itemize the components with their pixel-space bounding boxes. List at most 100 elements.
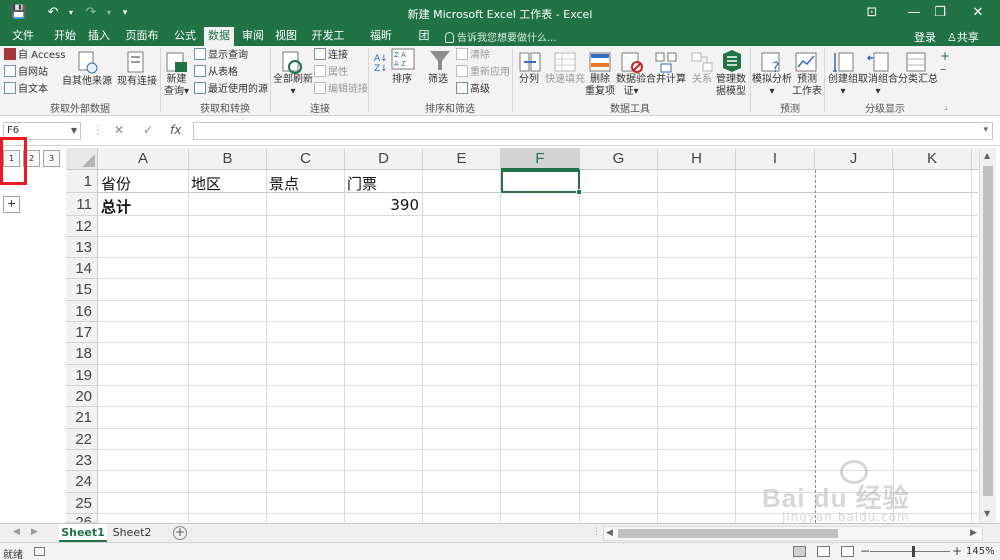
page-layout-view-icon[interactable] [817,546,830,557]
show-detail-icon[interactable]: + – [940,50,950,76]
name-box-dropdown-icon[interactable]: ▼ [71,123,77,139]
existing-connections-button[interactable]: 现有连接 [117,76,157,88]
column-header-c[interactable]: C [267,148,345,170]
edit-links-button[interactable]: 编辑链接 [314,82,368,98]
column-header-h[interactable]: H [658,148,736,170]
tab-page-layout[interactable]: 页面布局 [120,27,164,60]
cell-a11[interactable]: 总计 [98,196,134,217]
data-validation-button[interactable]: 数据验 证▾ [616,74,646,98]
redo-icon[interactable]: ↷ [82,4,100,22]
cell-b1[interactable]: 地区 [188,173,224,194]
tab-developer[interactable]: 开发工具 [306,27,350,60]
share-button[interactable]: ♙共享 [947,29,979,45]
scroll-down-icon[interactable]: ▼ [984,509,990,518]
cell-c1[interactable]: 景点 [266,173,302,194]
scroll-up-icon[interactable]: ▲ [984,151,990,160]
outline-level-3-button[interactable]: 3 [43,150,60,167]
column-header-f[interactable]: F [501,148,580,170]
column-header-e[interactable]: E [423,148,501,170]
sheet-tab-sheet1[interactable]: Sheet1 [59,524,107,542]
row-header-14[interactable]: 14 [66,258,98,279]
vertical-scroll-thumb[interactable] [983,166,993,496]
tab-insert[interactable]: 插入 [86,27,112,46]
expand-formula-bar-icon[interactable]: ▾ [983,125,988,135]
from-web-button[interactable]: 自网站 [4,65,48,81]
close-button[interactable]: ✕ [958,0,998,26]
remove-duplicates-button[interactable]: 删除 重复项 [585,74,615,98]
login-link[interactable]: 登录 [914,29,936,45]
row-header-25[interactable]: 25 [66,493,98,514]
row-header-21[interactable]: 21 [66,407,98,429]
row-header-19[interactable]: 19 [66,365,98,386]
scroll-left-icon[interactable]: ◀ [606,528,613,538]
zoom-out-icon[interactable]: − [860,544,870,558]
sheet-tab-sheet2[interactable]: Sheet2 [109,524,155,542]
tell-me-search[interactable]: 告诉我您想要做什么... [445,29,557,44]
row-header-11[interactable]: 11 [66,193,98,216]
worksheet-grid[interactable]: 省份 地区 景点 门票 总计 390 [98,170,978,523]
clear-filter-button[interactable]: 清除 [456,48,490,64]
scroll-right-icon[interactable]: ▶ [970,528,977,538]
tab-data[interactable]: 数据 [204,27,234,46]
other-sources-button[interactable]: 自其他来源 [62,76,112,88]
save-icon[interactable]: 💾 [10,4,28,22]
reapply-button[interactable]: 重新应用 [456,65,510,81]
sheet-prev-icon[interactable]: ◀ [13,527,20,537]
row-header-12[interactable]: 12 [66,216,98,237]
fill-handle[interactable] [576,189,582,195]
row-header-16[interactable]: 16 [66,301,98,322]
zoom-level[interactable]: 145% [966,546,995,557]
ungroup-button[interactable]: 取消组合 ▾ [858,74,898,98]
column-header-d[interactable]: D [345,148,423,170]
tab-split-handle-icon[interactable]: ⋮ [592,527,601,537]
what-if-analysis-button[interactable]: 模拟分析 ▾ [752,74,792,98]
macro-record-icon[interactable] [34,547,45,556]
tab-review[interactable]: 审阅 [240,27,266,46]
zoom-slider[interactable] [870,551,950,552]
undo-dropdown-icon[interactable]: ▾ [62,4,80,22]
cell-d11[interactable]: 390 [344,196,422,214]
page-break-preview-icon[interactable] [841,546,854,557]
connections-button[interactable]: 连接 [314,48,348,64]
consolidate-button[interactable]: 合并计算 [646,74,686,86]
row-header-22[interactable]: 22 [66,429,98,450]
column-header-i[interactable]: I [736,148,815,170]
cell-d1[interactable]: 门票 [344,173,380,194]
ribbon-display-options-icon[interactable]: ⊡ [852,0,892,26]
confirm-entry-icon[interactable]: ✓ [143,123,153,137]
from-table-button[interactable]: 从表格 [194,65,238,81]
from-access-button[interactable]: 自 Access [4,48,65,64]
refresh-all-button[interactable]: 全部刷新 ▾ [273,74,313,98]
row-header-1[interactable]: 1 [66,170,98,193]
sort-az-icon[interactable]: A↓ Z↓ [374,54,388,74]
column-header-k[interactable]: K [893,148,972,170]
horizontal-scrollbar[interactable]: ◀ ▶ [603,526,983,541]
formula-input[interactable]: ▾ [193,122,993,140]
undo-icon[interactable]: ↶ [44,4,62,22]
row-header-24[interactable]: 24 [66,471,98,493]
column-header-j[interactable]: J [815,148,893,170]
subtotal-button[interactable]: 分类汇总 [898,74,938,86]
sheet-next-icon[interactable]: ▶ [31,527,38,537]
flash-fill-button[interactable]: 快速填充 [545,74,585,86]
tab-home[interactable]: 开始 [52,27,78,46]
new-query-button[interactable]: 新建 查询▾ [164,74,189,98]
insert-function-icon[interactable]: fx [170,123,181,137]
vertical-scrollbar[interactable]: ▲ ▼ [979,148,996,523]
row-header-13[interactable]: 13 [66,237,98,258]
customize-toolbar-icon[interactable]: ▾ [116,4,134,22]
manage-data-model-button[interactable]: 管理数 据模型 [716,74,746,98]
row-header-17[interactable]: 17 [66,322,98,343]
advanced-filter-button[interactable]: 高级 [456,82,490,98]
zoom-in-icon[interactable]: + [952,544,962,558]
group-button[interactable]: 创建组 ▾ [828,74,858,98]
sort-button[interactable]: 排序 [392,74,412,86]
row-header-18[interactable]: 18 [66,343,98,365]
recent-sources-button[interactable]: 最近使用的源 [194,82,268,98]
restore-button[interactable]: ❐ [920,0,960,26]
from-text-button[interactable]: 自文本 [4,82,48,98]
tab-view[interactable]: 视图 [273,27,299,46]
row-header-20[interactable]: 20 [66,386,98,407]
text-to-columns-button[interactable]: 分列 [519,74,539,86]
cell-a1[interactable]: 省份 [98,173,134,194]
